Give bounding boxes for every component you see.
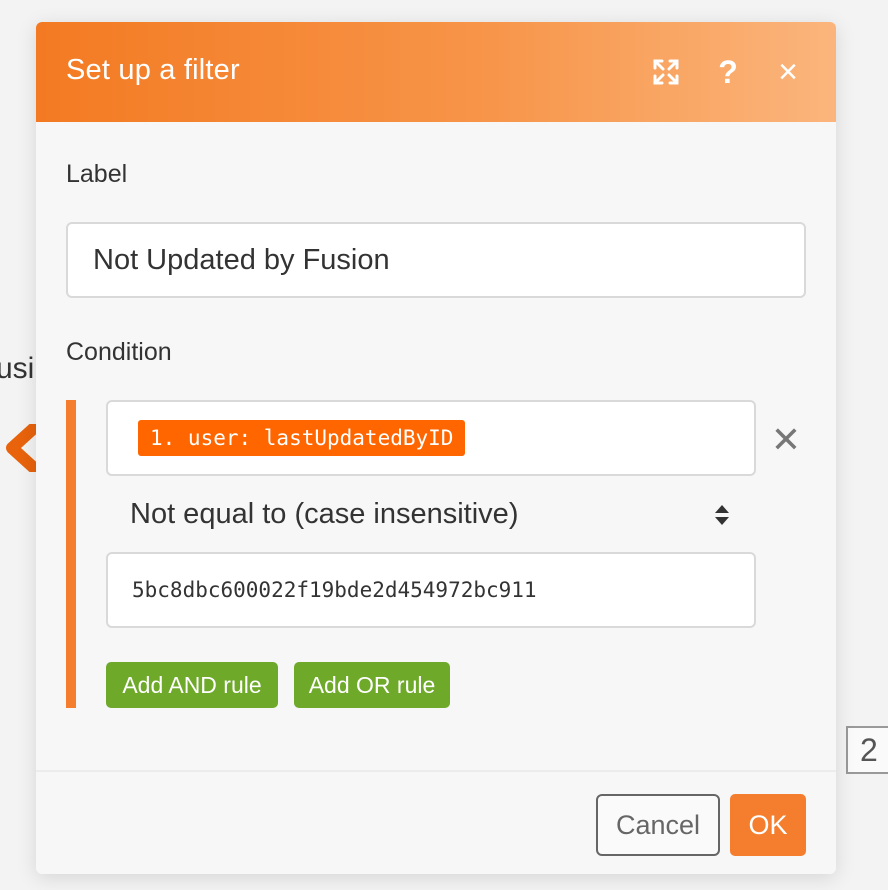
operator-value: Not equal to (case insensitive) — [130, 498, 519, 530]
condition-value-field[interactable]: 5bc8dbc600022f19bde2d454972bc911 — [106, 552, 756, 628]
condition-heading: Condition — [66, 338, 172, 366]
add-and-rule-button[interactable]: Add AND rule — [106, 662, 278, 708]
help-icon[interactable]: ? — [708, 52, 748, 92]
sort-arrows-icon — [715, 505, 729, 525]
operator-select[interactable]: Not equal to (case insensitive) — [106, 492, 756, 540]
add-or-rule-button[interactable]: Add OR rule — [294, 662, 450, 708]
cancel-button[interactable]: Cancel — [596, 794, 720, 856]
remove-condition-icon[interactable]: ✕ — [770, 419, 802, 460]
label-input[interactable]: Not Updated by Fusion — [66, 222, 806, 298]
operand-pill[interactable]: 1. user: lastUpdatedByID — [138, 420, 466, 456]
expand-icon[interactable] — [646, 52, 686, 92]
dialog-title: Set up a filter — [66, 54, 240, 86]
dialog-footer: Cancel OK — [36, 770, 836, 874]
ok-button[interactable]: OK — [730, 794, 806, 856]
condition-group-bar — [66, 400, 76, 708]
close-icon[interactable]: × — [768, 52, 808, 92]
label-heading: Label — [66, 160, 128, 188]
module-count-badge[interactable]: 2 — [846, 726, 888, 774]
dialog-header: Set up a filter ? × — [36, 22, 836, 122]
filter-dialog: Set up a filter ? × Label Not Updated by… — [36, 22, 836, 874]
dialog-body: Label Not Updated by Fusion Condition 1.… — [36, 122, 836, 770]
route-arrow-icon[interactable] — [4, 424, 38, 472]
condition-operand-field[interactable]: 1. user: lastUpdatedByID — [106, 400, 756, 476]
background-module-label: usi — [0, 352, 35, 385]
